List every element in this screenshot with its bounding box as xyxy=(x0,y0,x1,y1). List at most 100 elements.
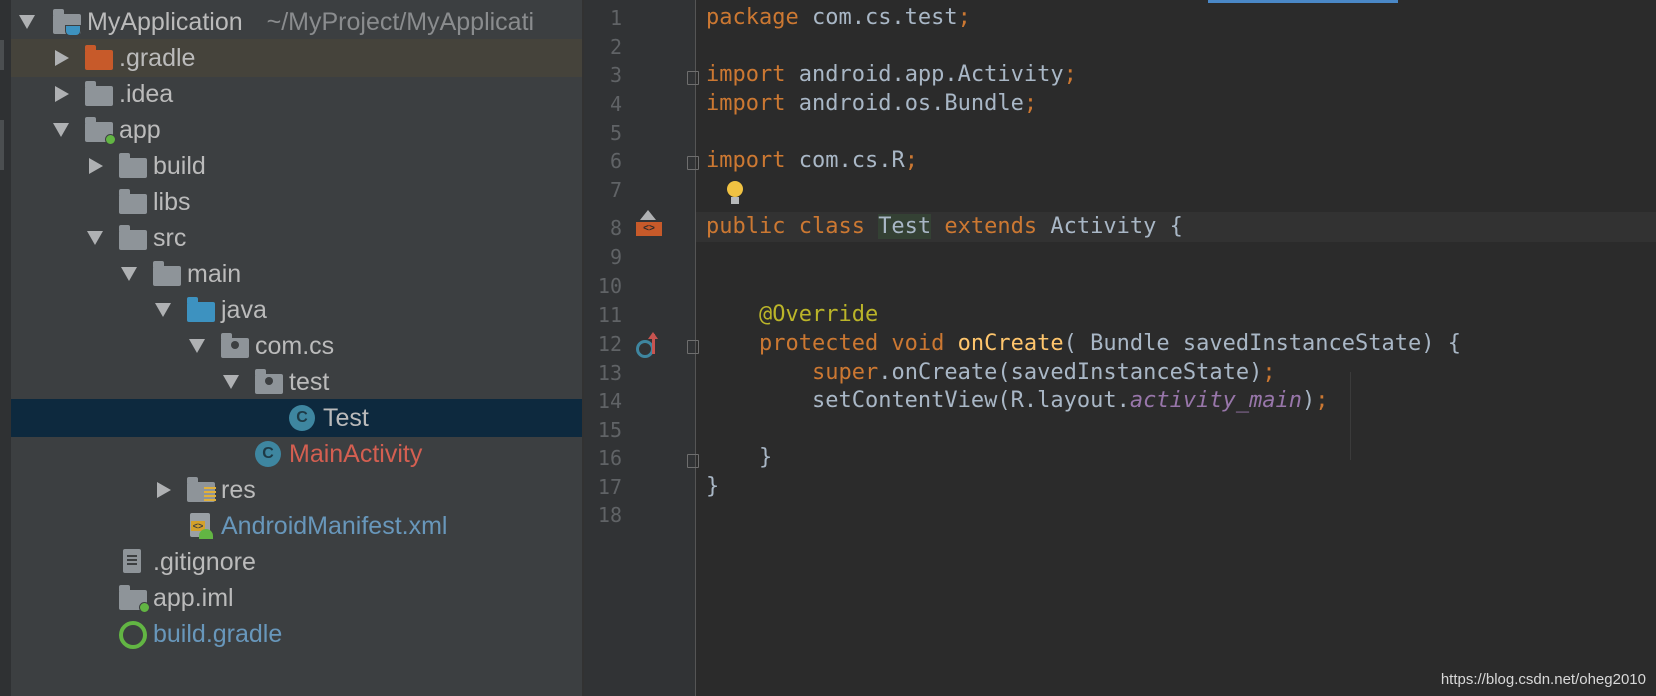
tree-item-label: res xyxy=(221,476,256,504)
class-name: Test xyxy=(878,214,932,239)
tool-window-strip xyxy=(0,0,11,696)
project-name: MyApplication xyxy=(87,8,243,36)
chevron-right-icon[interactable] xyxy=(55,86,69,102)
tree-root-label: MyApplication ~/MyProject/MyApplicati xyxy=(87,3,534,41)
tree-item-label: app.iml xyxy=(153,584,234,612)
tree-item-label: .gitignore xyxy=(153,548,256,576)
tree-item-idea[interactable]: .idea xyxy=(11,75,582,113)
tree-item-app[interactable]: app xyxy=(11,111,582,149)
code-line-8[interactable]: public class Test extends Activity { xyxy=(706,212,1183,242)
chevron-down-icon[interactable] xyxy=(155,303,171,317)
chevron-down-icon[interactable] xyxy=(121,267,137,281)
chevron-down-icon[interactable] xyxy=(19,15,35,29)
strip-marker xyxy=(0,120,4,170)
keyword: super xyxy=(811,360,879,385)
tree-item-build[interactable]: build xyxy=(11,147,582,185)
code-editor[interactable]: 1 2 3 4 5 6 7 8 9 10 11 12 13 14 15 16 1… xyxy=(584,0,1656,696)
line-number: 3 xyxy=(609,63,622,87)
chevron-down-icon[interactable] xyxy=(189,339,205,353)
gradle-icon xyxy=(119,621,147,649)
code-line-17[interactable]: } xyxy=(706,472,719,502)
line-number: 2 xyxy=(609,35,622,59)
line-number: 18 xyxy=(597,503,622,527)
tree-item-src[interactable]: src xyxy=(11,219,582,257)
tree-item-label: java xyxy=(221,296,267,324)
code-line-6[interactable]: import com.cs.R; xyxy=(706,146,918,176)
code-line-1[interactable]: package com.cs.test; xyxy=(706,3,971,33)
semicolon: ; xyxy=(904,148,918,173)
chevron-right-icon[interactable] xyxy=(55,50,69,66)
code-text: android.app.Activity xyxy=(785,62,1064,87)
chevron-right-icon[interactable] xyxy=(157,482,171,498)
code-text: } xyxy=(758,445,773,470)
chevron-down-icon[interactable] xyxy=(53,123,69,137)
tree-item-test-class[interactable]: C Test xyxy=(11,399,582,437)
fold-marker[interactable] xyxy=(687,156,699,170)
line-number: 10 xyxy=(597,274,622,298)
tree-item-build-gradle[interactable]: build.gradle xyxy=(11,615,582,653)
code-line-4[interactable]: import android.os.Bundle; xyxy=(706,89,1037,119)
line-number: 5 xyxy=(609,121,622,145)
code-text: } xyxy=(706,474,720,499)
tree-item-label: main xyxy=(187,260,242,288)
code-line-16[interactable]: } xyxy=(706,443,772,473)
tree-item-test-package[interactable]: test xyxy=(11,363,582,401)
field-reference: activity_main xyxy=(1129,388,1303,413)
code-text: com.cs.R xyxy=(785,148,905,173)
line-number: 14 xyxy=(597,389,622,413)
tree-item-app-iml[interactable]: app.iml xyxy=(11,579,582,617)
code-line-11[interactable]: @Override xyxy=(706,300,878,330)
tree-item-label: libs xyxy=(153,188,191,216)
tree-item-res[interactable]: res xyxy=(11,471,582,509)
tree-item-label: build xyxy=(153,152,206,180)
tree-item-label: com.cs xyxy=(255,332,335,360)
keyword: import xyxy=(706,148,786,173)
code-text: ( Bundle savedInstanceState) { xyxy=(1063,331,1461,356)
tree-item-java[interactable]: java xyxy=(11,291,582,329)
fold-marker[interactable] xyxy=(687,340,699,354)
tree-item-label: AndroidManifest.xml xyxy=(221,512,448,540)
code-line-14[interactable]: setContentView(R.layout.activity_main); xyxy=(706,386,1329,416)
keyword: public class xyxy=(706,214,879,239)
tree-row-root[interactable]: MyApplication ~/MyProject/MyApplicati xyxy=(11,3,582,41)
module-folder-icon xyxy=(53,9,81,36)
code-line-13[interactable]: super.onCreate(savedInstanceState); xyxy=(706,358,1276,388)
line-number: 12 xyxy=(597,332,622,356)
chevron-down-icon[interactable] xyxy=(87,231,103,245)
annotation: @Override xyxy=(758,302,879,327)
tree-item-libs[interactable]: libs xyxy=(11,183,582,221)
lightbulb-icon[interactable] xyxy=(725,181,745,207)
class-icon: C xyxy=(289,405,317,431)
code-text: .onCreate(savedInstanceState) xyxy=(878,360,1263,385)
tree-item-manifest[interactable]: <> AndroidManifest.xml xyxy=(11,507,582,545)
fold-marker[interactable] xyxy=(687,71,699,85)
tree-item-main[interactable]: main xyxy=(11,255,582,293)
tree-item-gradle[interactable]: .gradle xyxy=(11,39,582,77)
chevron-right-icon[interactable] xyxy=(89,158,103,174)
semicolon: ; xyxy=(1315,388,1329,413)
tree-item-label: Test xyxy=(323,404,369,432)
fold-marker[interactable] xyxy=(687,454,699,468)
tree-item-com-cs[interactable]: com.cs xyxy=(11,327,582,365)
line-number: 4 xyxy=(609,92,622,116)
code-text: com.cs.test xyxy=(798,5,958,30)
project-tree-panel: MyApplication ~/MyProject/MyApplicati .gr… xyxy=(0,0,582,696)
module-folder-icon xyxy=(85,117,116,145)
line-number: 9 xyxy=(609,245,622,269)
chevron-down-icon[interactable] xyxy=(223,375,239,389)
tree-item-mainactivity[interactable]: C MainActivity xyxy=(11,435,582,473)
semicolon: ; xyxy=(1063,62,1077,87)
tree-item-gitignore[interactable]: .gitignore xyxy=(11,543,582,581)
override-method-icon[interactable] xyxy=(636,332,662,360)
layout-file-icon[interactable]: <> xyxy=(636,210,662,236)
folder-icon xyxy=(119,153,147,179)
module-file-icon xyxy=(119,585,150,613)
code-line-3[interactable]: import android.app.Activity; xyxy=(706,60,1077,90)
strip-marker xyxy=(0,40,4,70)
active-tab-indicator xyxy=(1208,0,1398,3)
code-line-12[interactable]: protected void onCreate( Bundle savedIns… xyxy=(706,329,1461,359)
text-file-icon xyxy=(119,549,147,575)
line-number: 11 xyxy=(597,303,622,327)
